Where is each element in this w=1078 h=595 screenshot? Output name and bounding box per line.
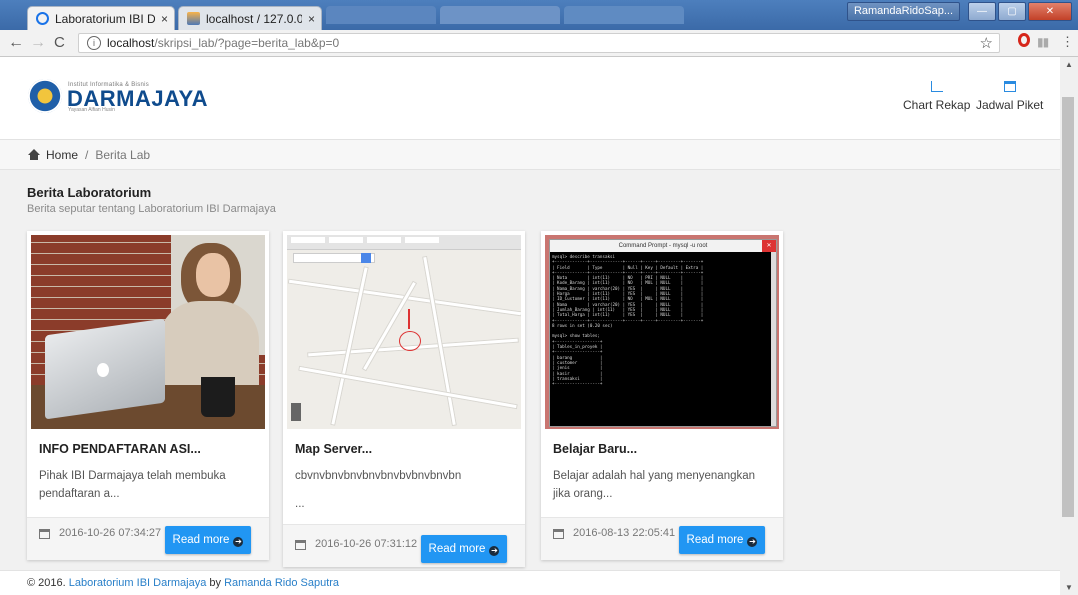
reload-icon[interactable]: C	[54, 34, 65, 52]
calendar-icon	[1003, 81, 1016, 92]
url-text[interactable]: localhost/skripsi_lab/?page=berita_lab&p…	[107, 36, 339, 50]
pause-extension-icon[interactable]: ▮▮	[1037, 35, 1049, 49]
cmd-window-title: Command Prompt - mysql -u root	[618, 243, 708, 249]
calendar-icon	[553, 529, 564, 539]
bookmark-star-icon[interactable]: ☆	[980, 34, 993, 52]
news-card-excerpt: Pihak IBI Darmajaya telah membuka pendaf…	[39, 470, 226, 500]
scroll-up-icon[interactable]: ▲	[1065, 60, 1073, 69]
section-title: Berita Laboratorium	[27, 185, 152, 200]
address-toolbar: ← → C i localhost/skripsi_lab/?page=beri…	[0, 30, 1078, 57]
breadcrumb-bar: Home / Berita Lab	[0, 140, 1060, 170]
page-scrollbar[interactable]: ▲ ▼	[1060, 57, 1078, 595]
tab-close-icon[interactable]: ×	[308, 12, 315, 26]
news-card-footer: 2016-08-13 22:05:41 Read more ➔	[541, 517, 783, 560]
news-card: INFO PENDAFTARAN ASI... Pihak IBI Darmaj…	[27, 231, 269, 560]
news-card-image[interactable]	[31, 235, 265, 429]
nav-jadwal-piket[interactable]: Jadwal Piket	[976, 81, 1043, 112]
nav-label: Jadwal Piket	[976, 98, 1044, 112]
tab-close-icon[interactable]: ×	[161, 12, 168, 26]
brand-tagline: Yayasan Alfian Husin	[68, 107, 115, 113]
news-card-image[interactable]: Command Prompt - mysql -u root ✕ mysql> d…	[545, 235, 779, 429]
cmd-output: mysql> describe transaksi +-------------…	[552, 254, 704, 387]
chart-icon	[930, 81, 943, 92]
site-info-icon[interactable]: i	[87, 36, 101, 50]
scroll-down-icon[interactable]: ▼	[1065, 583, 1073, 592]
darmajaya-logo[interactable]	[28, 79, 62, 113]
news-card-date: 2016-10-26 07:31:12	[315, 538, 418, 550]
breadcrumb-separator: /	[85, 148, 89, 162]
tab-title: Laboratorium IBI Darmaj	[55, 11, 155, 26]
close-window-button[interactable]: ✕	[1028, 2, 1072, 21]
read-more-button[interactable]: Read more ➔	[679, 526, 765, 554]
browser-menu-icon[interactable]: ⋮	[1061, 34, 1074, 50]
news-card-date: 2016-08-13 22:05:41	[573, 527, 676, 539]
news-card-title[interactable]: INFO PENDAFTARAN ASI...	[39, 442, 201, 456]
footer-author-link[interactable]: Ramanda Rido Saputra	[224, 577, 339, 589]
arrow-right-icon: ➔	[489, 546, 500, 556]
calendar-icon	[39, 529, 50, 539]
news-card-footer: 2016-10-26 07:34:27 Read more ➔	[27, 517, 269, 560]
footer-text: © 2016. Laboratorium IBI Darmajaya by Ra…	[27, 577, 340, 589]
section-subtitle: Berita seputar tentang Laboratorium IBI …	[27, 203, 276, 215]
opera-extension-icon[interactable]	[1018, 33, 1030, 47]
news-card-excerpt: Belajar adalah hal yang menyenangkan jik…	[553, 470, 756, 500]
breadcrumb: Home / Berita Lab	[28, 148, 150, 162]
forward-icon[interactable]: →	[30, 34, 46, 52]
calendar-icon	[295, 540, 306, 550]
news-card: Map Server... cbvnvbnvbnvbnvbnvbvbnvbnvb…	[283, 231, 525, 567]
read-more-button[interactable]: Read more ➔	[421, 535, 507, 563]
home-icon[interactable]	[28, 149, 40, 160]
user-profile-button[interactable]: RamandaRidoSap...	[846, 2, 960, 21]
news-card: Command Prompt - mysql -u root ✕ mysql> d…	[541, 231, 783, 560]
news-card-footer: 2016-10-26 07:31:12 Read more ➔	[283, 524, 525, 567]
maximize-button[interactable]: ▢	[998, 2, 1026, 21]
address-bar[interactable]: i localhost/skripsi_lab/?page=berita_lab…	[78, 33, 1000, 53]
news-card-image[interactable]	[287, 235, 521, 429]
scrollbar-thumb[interactable]	[1062, 97, 1074, 517]
blurred-tab[interactable]	[440, 6, 560, 24]
nav-label: Chart Rekap	[903, 98, 971, 112]
page-viewport: Institut Informatika & Bisnis DARMAJAYA …	[0, 57, 1060, 595]
site-favicon-icon	[36, 12, 49, 25]
site-header: Institut Informatika & Bisnis DARMAJAYA …	[0, 57, 1060, 140]
tab-title: localhost / 127.0.0.1 / db	[206, 11, 302, 26]
site-footer: © 2016. Laboratorium IBI Darmajaya by Ra…	[0, 570, 1060, 595]
news-card-date: 2016-10-26 07:34:27	[59, 527, 162, 539]
breadcrumb-current: Berita Lab	[95, 148, 151, 162]
news-card-title[interactable]: Map Server...	[295, 442, 372, 456]
minimize-button[interactable]: —	[968, 2, 996, 21]
arrow-right-icon: ➔	[747, 537, 758, 547]
blurred-tab[interactable]	[564, 6, 684, 24]
footer-site-link[interactable]: Laboratorium IBI Darmajaya	[69, 577, 207, 589]
news-card-title[interactable]: Belajar Baru...	[553, 442, 637, 456]
browser-tab-phpmyadmin[interactable]: localhost / 127.0.0.1 / db ×	[178, 6, 322, 30]
browser-tab-strip: Laboratorium IBI Darmaj × localhost / 12…	[0, 0, 1078, 30]
read-more-button[interactable]: Read more ➔	[165, 526, 251, 554]
window-controls: RamandaRidoSap... — ▢ ✕	[846, 2, 1072, 21]
back-icon[interactable]: ←	[8, 34, 24, 52]
phpmyadmin-favicon-icon	[187, 12, 200, 25]
blurred-tab[interactable]	[326, 6, 436, 24]
arrow-right-icon: ➔	[233, 537, 244, 547]
browser-tab-laboratorium[interactable]: Laboratorium IBI Darmaj ×	[27, 6, 175, 30]
nav-chart-rekap[interactable]: Chart Rekap	[903, 81, 970, 112]
news-card-excerpt: cbvnvbnvbnvbnvbnvbvbnvbnvbn ...	[295, 470, 462, 510]
breadcrumb-home-link[interactable]: Home	[46, 148, 78, 162]
